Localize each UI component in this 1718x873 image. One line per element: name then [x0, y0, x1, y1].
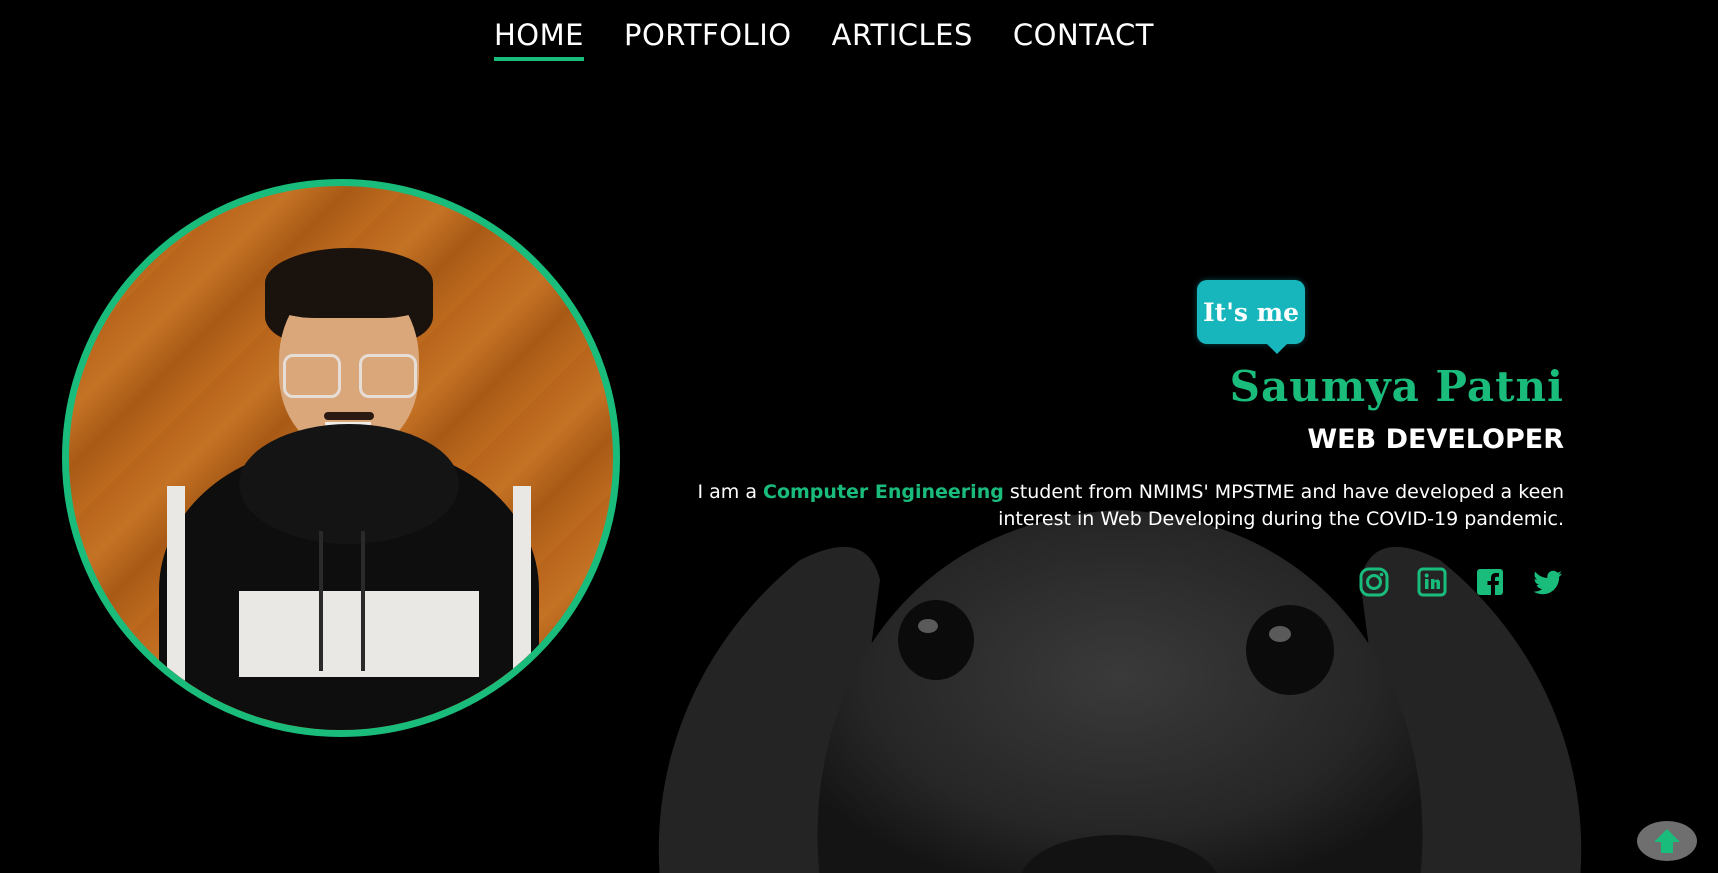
page: HOME PORTFOLIO ARTICLES CONTACT It's me … — [0, 0, 1718, 873]
nav-articles-link[interactable]: ARTICLES — [832, 18, 973, 56]
profile-photo-hair-top — [265, 248, 433, 318]
nav-portfolio-link[interactable]: PORTFOLIO — [624, 18, 792, 56]
hoodie-left-stripe — [167, 486, 185, 716]
hoodie-string-right — [361, 531, 365, 671]
profile-photo-hood — [239, 424, 459, 544]
arrow-up-icon — [1654, 829, 1680, 853]
hero-bio: I am a Computer Engineering student from… — [664, 479, 1564, 533]
facebook-icon[interactable] — [1474, 566, 1506, 598]
its-me-bubble: It's me — [1197, 280, 1305, 354]
nav-home-link[interactable]: HOME — [494, 18, 584, 61]
instagram-icon[interactable] — [1358, 566, 1390, 598]
bio-highlight: Computer Engineering — [763, 481, 1004, 503]
hero-role: WEB DEVELOPER — [1307, 424, 1564, 455]
social-links — [1358, 566, 1564, 598]
linkedin-icon[interactable] — [1416, 566, 1448, 598]
hero-name: Saumya Patni — [1229, 362, 1564, 411]
hoodie-chest-stripe — [239, 591, 479, 677]
dog-background-image — [658, 510, 1582, 873]
twitter-icon[interactable] — [1532, 566, 1564, 598]
hoodie-string-left — [319, 531, 323, 671]
nav-contact-link[interactable]: CONTACT — [1013, 18, 1154, 56]
hoodie-right-stripe — [513, 486, 531, 716]
bio-suffix: student from NMIMS' MPSTME and have deve… — [998, 481, 1564, 530]
glasses-left-lens — [283, 354, 341, 398]
profile-photo-mustache — [324, 412, 374, 420]
scroll-to-top-button[interactable] — [1637, 821, 1697, 861]
bio-prefix: I am a — [697, 481, 764, 503]
profile-photo — [62, 179, 620, 737]
bubble-text: It's me — [1202, 297, 1300, 327]
glasses-right-lens — [359, 354, 417, 398]
